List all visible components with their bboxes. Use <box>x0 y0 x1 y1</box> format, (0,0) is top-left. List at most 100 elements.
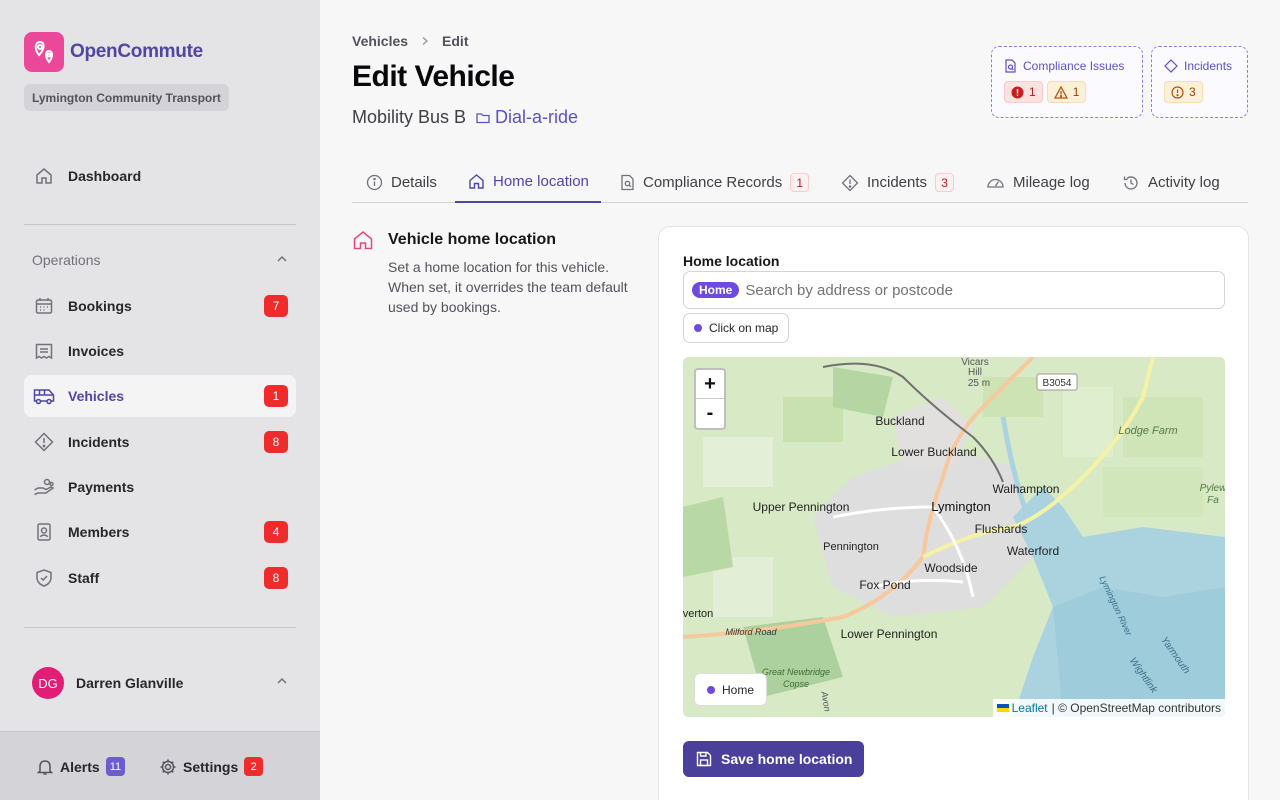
bell-icon <box>36 758 54 776</box>
map-legend-label: Home <box>722 682 755 697</box>
sidebar-item-members[interactable]: Members 4 <box>24 511 296 553</box>
svg-text:verton: verton <box>683 608 713 620</box>
osm-attribution: | © OpenStreetMap contributors <box>1051 701 1221 715</box>
document-search-icon <box>620 174 635 191</box>
tab-label: Compliance Records <box>643 174 783 191</box>
logo-pins-icon <box>24 32 64 72</box>
leaflet-link[interactable]: Leaflet <box>1012 701 1048 715</box>
warning-diamond-icon <box>1164 59 1178 73</box>
svg-text:Hill: Hill <box>968 367 982 378</box>
sidebar-item-bookings[interactable]: Bookings 7 <box>24 285 296 327</box>
svg-text:Fa: Fa <box>1207 495 1219 506</box>
floppy-disk-icon <box>696 751 712 767</box>
breadcrumb-vehicles-link[interactable]: Vehicles <box>352 33 408 49</box>
svg-text:B3054: B3054 <box>1043 378 1072 389</box>
vehicle-tag-label: Dial-a-ride <box>495 107 579 127</box>
hand-coins-icon <box>32 475 56 499</box>
compliance-card-title: Compliance Issues <box>1023 59 1125 73</box>
sidebar-item-dashboard[interactable]: Dashboard <box>24 155 296 197</box>
sidebar-item-label: Members <box>68 524 130 540</box>
breadcrumb: Vehicles Edit <box>352 33 469 49</box>
tab-count-badge: 3 <box>935 173 955 192</box>
sidebar-divider <box>24 627 296 628</box>
svg-text:Lower Pennington: Lower Pennington <box>841 627 938 641</box>
purple-dot-icon <box>694 324 702 332</box>
compliance-error-count: 1 <box>1029 85 1036 99</box>
shield-check-icon <box>32 566 56 590</box>
sidebar-item-label: Invoices <box>68 343 125 359</box>
svg-text:Buckland: Buckland <box>875 414 924 428</box>
compliance-warning-count: 1 <box>1072 85 1080 99</box>
section-intro: Vehicle home location Set a home locatio… <box>352 229 642 317</box>
svg-text:Pennington: Pennington <box>823 541 879 553</box>
home-icon <box>468 173 485 190</box>
compliance-issues-card[interactable]: Compliance Issues 1 1 <box>991 46 1143 118</box>
home-icon <box>352 229 374 251</box>
count-badge: 8 <box>264 431 288 453</box>
svg-text:Pylew: Pylew <box>1200 483 1225 494</box>
settings-button[interactable]: Settings 2 <box>159 757 264 776</box>
svg-text:25 m: 25 m <box>968 378 990 389</box>
compliance-warning-pill: 1 <box>1046 81 1087 103</box>
sidebar-item-label: Payments <box>68 479 135 495</box>
map-tiles[interactable]: Vicars Hill 25 m B3054 Buckland Lodge Fa… <box>683 357 1225 717</box>
page-title: Edit Vehicle <box>352 60 515 93</box>
incidents-count: 3 <box>1189 85 1196 99</box>
click-on-map-button[interactable]: Click on map <box>683 313 790 343</box>
chevron-up-icon <box>276 252 288 268</box>
sidebar-item-label: Incidents <box>68 434 130 450</box>
address-search-field[interactable]: Home <box>683 271 1225 309</box>
alerts-label: Alerts <box>60 758 100 775</box>
svg-text:Flushards: Flushards <box>975 522 1028 536</box>
settings-label: Settings <box>183 758 239 775</box>
vehicle-tag-link[interactable]: Dial-a-ride <box>476 107 578 128</box>
sidebar-item-staff[interactable]: Staff 8 <box>24 557 296 599</box>
sidebar-item-vehicles[interactable]: Vehicles 1 <box>24 375 296 417</box>
tab-details[interactable]: Details <box>366 162 437 203</box>
svg-text:Copse: Copse <box>783 679 809 689</box>
save-button-label: Save home location <box>721 751 853 767</box>
svg-text:Walhampton: Walhampton <box>993 482 1060 496</box>
tab-incidents[interactable]: Incidents 3 <box>841 162 955 203</box>
count-badge: 7 <box>264 295 288 317</box>
sidebar-item-payments[interactable]: Payments <box>24 466 296 508</box>
count-badge: 8 <box>264 567 288 589</box>
zoom-in-button[interactable]: + <box>696 370 724 399</box>
folder-icon <box>476 111 490 125</box>
tab-label: Incidents <box>867 174 928 191</box>
tab-activity-log[interactable]: Activity log <box>1122 162 1220 203</box>
tab-label: Activity log <box>1148 174 1220 191</box>
operations-section-toggle[interactable]: Operations <box>32 252 288 268</box>
info-circle-icon <box>366 174 383 191</box>
alerts-button[interactable]: Alerts 11 <box>36 757 126 776</box>
save-home-location-button[interactable]: Save home location <box>683 741 865 777</box>
count-badge: 4 <box>264 521 288 543</box>
tab-count-badge: 1 <box>790 173 810 192</box>
tab-bar: Details Home location Compliance Records… <box>352 162 1248 203</box>
tab-label: Mileage log <box>1013 174 1090 191</box>
breadcrumb-current: Edit <box>442 33 469 49</box>
incidents-card[interactable]: Incidents 3 <box>1151 46 1248 118</box>
tab-mileage-log[interactable]: Mileage log <box>986 162 1090 203</box>
sidebar-divider <box>24 224 296 225</box>
svg-text:Milford Road: Milford Road <box>725 627 777 637</box>
warning-triangle-icon <box>1053 85 1068 99</box>
map-view[interactable]: Vicars Hill 25 m B3054 Buckland Lodge Fa… <box>683 357 1225 717</box>
incidents-card-title: Incidents <box>1184 59 1233 73</box>
tab-home-location[interactable]: Home location <box>455 162 601 203</box>
avatar: DG <box>32 667 64 699</box>
organisation-badge[interactable]: Lymington Community Transport <box>24 84 229 111</box>
sidebar-item-invoices[interactable]: Invoices <box>24 330 296 372</box>
sidebar-item-incidents[interactable]: Incidents 8 <box>24 421 296 463</box>
app-logo[interactable]: OpenCommute <box>24 32 203 72</box>
address-search-input[interactable] <box>745 281 1224 299</box>
app-name: OpenCommute <box>70 41 203 62</box>
zoom-out-button[interactable]: - <box>696 399 724 428</box>
user-menu[interactable]: DG Darren Glanville <box>32 667 288 699</box>
svg-text:Lodge Farm: Lodge Farm <box>1118 425 1177 437</box>
tab-compliance-records[interactable]: Compliance Records 1 <box>620 162 810 203</box>
warning-diamond-icon <box>841 174 859 192</box>
sidebar: OpenCommute Lymington Community Transpor… <box>0 0 320 800</box>
vehicle-subtitle: Mobility Bus B Dial-a-ride <box>352 107 578 128</box>
home-location-label: Home location <box>683 253 780 269</box>
